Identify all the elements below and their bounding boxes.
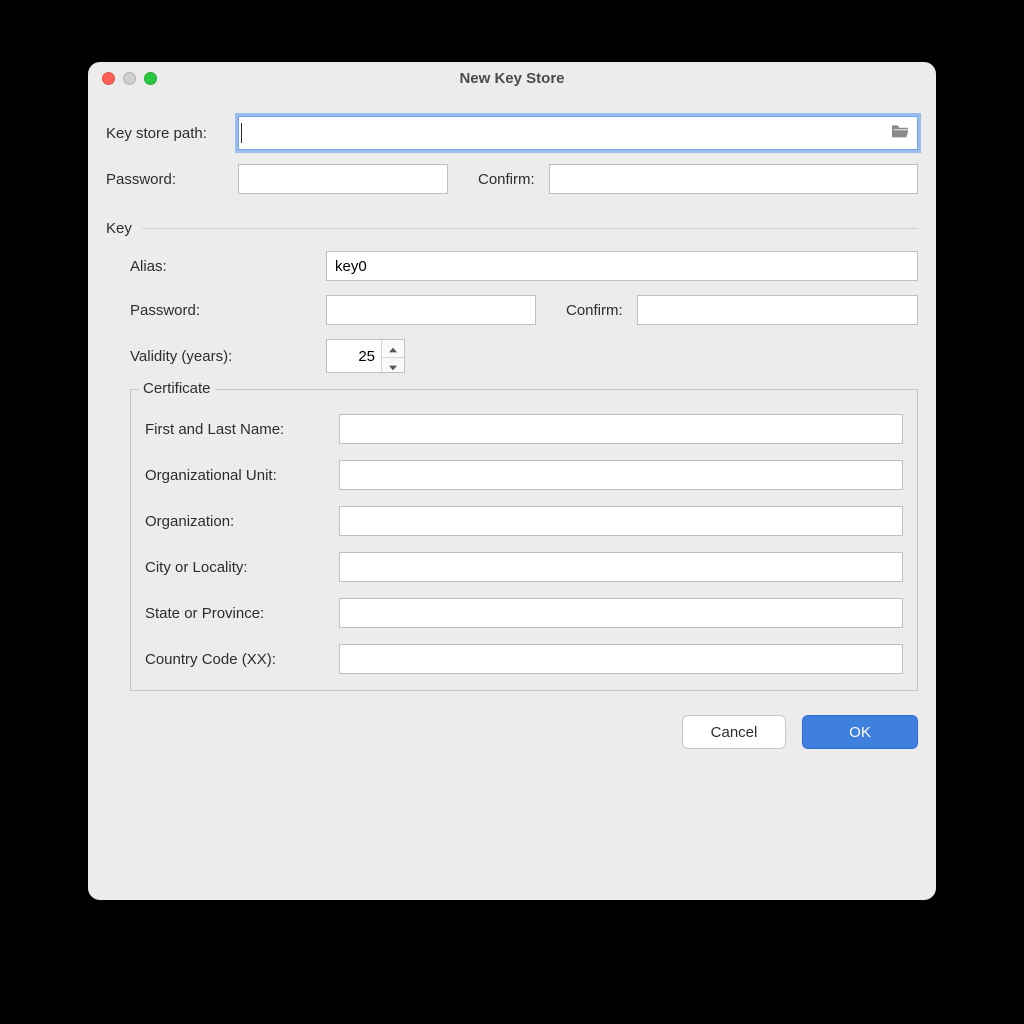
window-controls — [102, 72, 157, 85]
keystore-confirm-input[interactable] — [549, 164, 918, 194]
ok-button[interactable]: OK — [802, 715, 918, 749]
keystore-path-label: Key store path: — [106, 125, 238, 142]
cert-cc-label: Country Code (XX): — [145, 651, 339, 668]
cert-name-label: First and Last Name: — [145, 421, 339, 438]
keystore-path-input[interactable] — [242, 117, 883, 149]
cert-ou-label: Organizational Unit: — [145, 467, 339, 484]
titlebar: New Key Store — [88, 62, 936, 96]
close-window-button[interactable] — [102, 72, 115, 85]
browse-folder-button[interactable] — [883, 117, 917, 149]
keystore-password-label: Password: — [106, 171, 238, 188]
zoom-window-button[interactable] — [144, 72, 157, 85]
cert-state-input[interactable] — [339, 598, 903, 628]
folder-open-icon — [890, 123, 910, 143]
cert-org-input[interactable] — [339, 506, 903, 536]
alias-label: Alias: — [130, 258, 326, 275]
validity-step-down[interactable] — [382, 358, 404, 375]
certificate-legend: Certificate — [139, 380, 215, 397]
key-section-heading-row: Key — [106, 220, 918, 237]
cert-ou-input[interactable] — [339, 460, 903, 490]
cert-city-input[interactable] — [339, 552, 903, 582]
window-title: New Key Store — [459, 70, 564, 87]
key-password-label: Password: — [130, 302, 326, 319]
alias-input[interactable] — [326, 251, 918, 281]
key-confirm-label: Confirm: — [566, 302, 623, 319]
chevron-up-icon — [389, 340, 397, 357]
validity-stepper[interactable] — [326, 339, 405, 373]
validity-step-up[interactable] — [382, 340, 404, 358]
cert-city-label: City or Locality: — [145, 559, 339, 576]
keystore-path-field-wrap — [238, 116, 918, 150]
key-confirm-input[interactable] — [637, 295, 918, 325]
validity-label: Validity (years): — [130, 348, 326, 365]
cert-org-label: Organization: — [145, 513, 339, 530]
cancel-button[interactable]: Cancel — [682, 715, 786, 749]
validity-input[interactable] — [327, 340, 381, 372]
cert-state-label: State or Province: — [145, 605, 339, 622]
cert-name-input[interactable] — [339, 414, 903, 444]
keystore-password-input[interactable] — [238, 164, 448, 194]
keystore-confirm-label: Confirm: — [478, 171, 535, 188]
dialog-new-key-store: New Key Store Key store path: Password: … — [88, 62, 936, 900]
cert-cc-input[interactable] — [339, 644, 903, 674]
key-password-input[interactable] — [326, 295, 536, 325]
certificate-fieldset: Certificate First and Last Name: Organiz… — [130, 389, 918, 691]
key-section-heading: Key — [106, 220, 132, 237]
minimize-window-button[interactable] — [123, 72, 136, 85]
divider — [142, 228, 918, 229]
chevron-down-icon — [389, 358, 397, 375]
